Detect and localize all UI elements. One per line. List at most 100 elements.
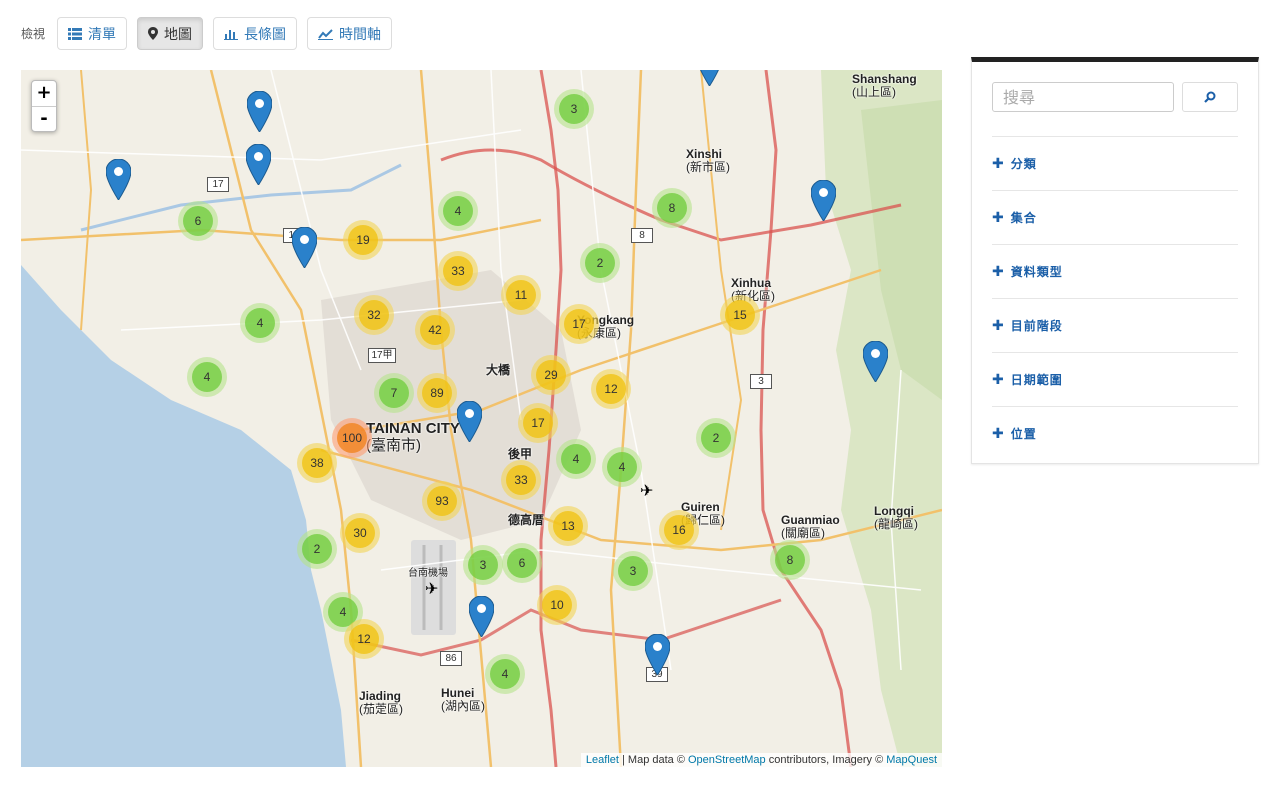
marker-cluster[interactable]: 3 [554,89,594,129]
list-icon [68,27,83,40]
svg-text:✈: ✈ [425,579,438,598]
place-label-longqi: Longqi (龍崎區) [874,504,918,532]
marker-cluster[interactable]: 42 [415,310,455,350]
zoom-out-button[interactable]: - [32,106,56,131]
marker-cluster[interactable]: 3 [463,545,503,585]
marker-cluster[interactable]: 33 [501,460,541,500]
map-attribution: Leaflet | Map data © OpenStreetMap contr… [580,753,942,767]
plus-icon: ✚ [992,155,1005,172]
map-view-label: 地圖 [164,26,193,43]
map-marker-pin[interactable] [469,596,494,637]
place-label-xinshi: Xinshi (新市區) [686,147,730,175]
marker-cluster[interactable]: 19 [343,220,383,260]
plus-icon: ✚ [992,209,1005,226]
map-marker-icon [148,27,159,40]
place-label-degao: 德高厝 [508,513,545,527]
map-marker-pin[interactable] [247,91,272,132]
marker-cluster[interactable]: 13 [548,506,588,546]
road-shield: 86 [440,651,462,666]
marker-cluster[interactable]: 38 [297,443,337,483]
zoom-in-button[interactable]: + [32,81,56,106]
place-label-guanmiao: Guanmiao (關廟區) [781,513,840,541]
place-label-jiading: Jiading (茄萣區) [359,689,403,717]
map-marker-pin[interactable] [246,144,271,185]
marker-cluster[interactable]: 10 [537,585,577,625]
marker-cluster[interactable]: 89 [417,373,457,413]
bar-chart-view-button[interactable]: 長條圖 [213,17,298,50]
view-label: 檢視 [21,27,46,41]
leaflet-link[interactable]: Leaflet [586,754,619,766]
plus-icon: ✚ [992,425,1005,442]
marker-cluster[interactable]: 4 [438,191,478,231]
facet-location[interactable]: ✚ 位置 [992,406,1238,460]
marker-cluster[interactable]: 30 [340,513,380,553]
facet-data-type[interactable]: ✚ 資料類型 [992,244,1238,298]
place-label-hunei: Hunei (湖內區) [441,686,485,714]
plus-icon: ✚ [992,371,1005,388]
search-button[interactable] [1182,82,1238,112]
map-marker-pin[interactable] [645,634,670,675]
facet-current-stage[interactable]: ✚ 目前階段 [992,298,1238,352]
marker-cluster[interactable]: 7 [374,373,414,413]
marker-cluster[interactable]: 100 [332,418,372,458]
map-view-button[interactable]: 地圖 [137,17,204,50]
marker-cluster[interactable]: 4 [485,654,525,694]
facet-category[interactable]: ✚ 分類 [992,136,1238,190]
plus-icon: ✚ [992,263,1005,280]
map-marker-pin[interactable] [106,159,131,200]
openstreetmap-link[interactable]: OpenStreetMap [688,754,766,766]
map-marker-pin[interactable] [292,227,317,268]
marker-cluster[interactable]: 15 [720,295,760,335]
marker-cluster[interactable]: 8 [652,188,692,228]
road-shield: 3 [750,374,772,389]
bar-chart-icon [224,29,239,40]
marker-cluster[interactable]: 17 [559,304,599,344]
search-icon [1204,91,1216,103]
map-marker-pin[interactable] [863,341,888,382]
marker-cluster[interactable]: 4 [556,439,596,479]
marker-cluster[interactable]: 6 [178,201,218,241]
marker-cluster[interactable]: 4 [602,447,642,487]
marker-cluster[interactable]: 11 [501,275,541,315]
marker-cluster[interactable]: 32 [354,295,394,335]
mapquest-link[interactable]: MapQuest [886,754,937,766]
marker-cluster[interactable]: 2 [696,418,736,458]
marker-cluster[interactable]: 29 [531,355,571,395]
place-label-tainan-city: TAINAN CITY (臺南市) [366,420,460,454]
search-input[interactable] [992,82,1174,112]
marker-cluster[interactable]: 12 [344,619,384,659]
facet-list: ✚ 分類 ✚ 集合 ✚ 資料類型 ✚ 目前階段 ✚ 日期範圍 ✚ 位置 [992,136,1238,460]
marker-cluster[interactable]: 2 [297,529,337,569]
facet-date-range[interactable]: ✚ 日期範圍 [992,352,1238,406]
marker-cluster[interactable]: 3 [613,551,653,591]
marker-cluster[interactable]: 12 [591,369,631,409]
zoom-control: + - [31,80,57,132]
facet-sidebar: ✚分類 ✚集合 ✚資料類型 ✚目前階段 ✚日期範圍 ✚位置 [971,57,1259,464]
timeline-view-button[interactable]: 時間軸 [307,17,393,50]
marker-cluster[interactable]: 16 [659,510,699,550]
marker-cluster[interactable]: 33 [438,251,478,291]
place-label-airport: 台南機場 [408,568,448,579]
marker-cluster[interactable]: 4 [187,357,227,397]
marker-cluster[interactable]: 8 [770,540,810,580]
line-chart-icon [318,28,334,40]
road-shield: 8 [631,228,653,243]
marker-cluster[interactable]: 6 [502,543,542,583]
bar-chart-view-label: 長條圖 [244,26,287,43]
map-marker-pin[interactable] [457,401,482,442]
marker-cluster[interactable]: 4 [240,303,280,343]
road-shield: 17 [207,177,229,192]
map-marker-pin[interactable] [811,180,836,221]
road-shield: 17甲 [368,348,396,363]
map-canvas[interactable]: ✈ ✈ 17 8 3 17甲 86 39 17 Shanshang(山上區) X… [21,70,942,767]
svg-text:✈: ✈ [640,481,653,500]
facet-collection[interactable]: ✚ 集合 [992,190,1238,244]
marker-cluster[interactable]: 2 [580,243,620,283]
map-marker-pin[interactable] [697,70,722,86]
marker-cluster[interactable]: 17 [518,403,558,443]
view-toolbar: 檢視 清單 地圖 長條圖 時間軸 [21,17,393,50]
list-view-button[interactable]: 清單 [57,17,128,50]
marker-cluster[interactable]: 93 [422,481,462,521]
search-bar [992,82,1238,112]
timeline-view-label: 時間軸 [339,26,382,43]
